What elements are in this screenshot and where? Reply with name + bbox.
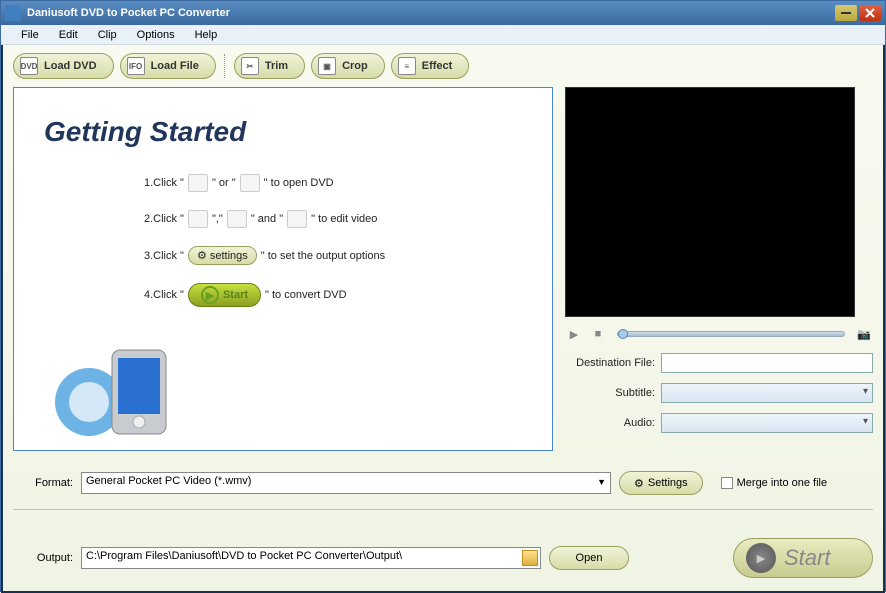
menu-file[interactable]: File	[11, 27, 49, 43]
play-circle-icon: ▶	[746, 543, 776, 573]
load-file-button[interactable]: IFO Load File	[120, 53, 216, 79]
output-label: Output:	[13, 552, 73, 564]
start-button[interactable]: ▶ Start	[733, 538, 873, 578]
close-button[interactable]	[859, 5, 881, 21]
trim-label: Trim	[265, 60, 288, 72]
step-3: 3.Click " ⚙ settings " to set the output…	[144, 246, 522, 265]
destination-input[interactable]	[661, 353, 873, 373]
play-icon: ▶	[201, 286, 219, 304]
menu-help[interactable]: Help	[185, 27, 228, 43]
checkbox-icon[interactable]	[721, 477, 733, 489]
gear-icon: ⚙	[634, 477, 644, 490]
dvd-icon	[188, 174, 208, 192]
output-row: Output: C:\Program Files\Daniusoft\DVD t…	[13, 538, 873, 578]
subtitle-label: Subtitle:	[565, 387, 655, 399]
start-label: Start	[784, 545, 830, 571]
ifo-icon	[240, 174, 260, 192]
trim-icon	[188, 210, 208, 228]
video-preview	[565, 87, 855, 317]
player-controls: ▶ ■ 📷	[565, 325, 873, 343]
main-area: Getting Started 1.Click " " or " " to op…	[13, 87, 873, 451]
getting-started-panel: Getting Started 1.Click " " or " " to op…	[13, 87, 553, 451]
snapshot-button[interactable]: 📷	[855, 325, 873, 343]
menu-options[interactable]: Options	[127, 27, 185, 43]
crop-button[interactable]: ▣ Crop	[311, 53, 385, 79]
audio-row: Audio:	[565, 413, 873, 433]
toolbar: DVD Load DVD IFO Load File ✂ Trim ▣ Crop…	[13, 53, 873, 79]
dvd-icon: DVD	[20, 57, 38, 75]
effect-icon: ≡	[398, 57, 416, 75]
subtitle-select[interactable]	[661, 383, 873, 403]
subtitle-row: Subtitle:	[565, 383, 873, 403]
content-area: DVD Load DVD IFO Load File ✂ Trim ▣ Crop…	[1, 45, 885, 593]
play-button[interactable]: ▶	[565, 325, 583, 343]
load-dvd-label: Load DVD	[44, 60, 97, 72]
settings-button[interactable]: ⚙ Settings	[619, 471, 703, 495]
format-label: Format:	[13, 477, 73, 489]
app-icon	[5, 5, 21, 21]
browse-folder-icon[interactable]	[522, 550, 538, 566]
seek-slider[interactable]	[617, 331, 845, 337]
crop-icon: ▣	[318, 57, 336, 75]
format-select[interactable]: General Pocket PC Video (*.wmv)	[81, 472, 611, 494]
divider	[13, 509, 873, 510]
merge-checkbox[interactable]: Merge into one file	[721, 477, 828, 489]
settings-sample-icon: ⚙ settings	[188, 246, 257, 265]
load-file-label: Load File	[151, 60, 199, 72]
ifo-icon: IFO	[127, 57, 145, 75]
start-sample-icon: ▶ Start	[188, 283, 261, 307]
format-value: General Pocket PC Video (*.wmv)	[86, 475, 251, 487]
effect-icon	[287, 210, 307, 228]
audio-select[interactable]	[661, 413, 873, 433]
output-path-input[interactable]: C:\Program Files\Daniusoft\DVD to Pocket…	[81, 547, 541, 569]
menubar: File Edit Clip Options Help	[1, 25, 885, 45]
settings-label: Settings	[648, 477, 688, 489]
destination-label: Destination File:	[565, 357, 655, 369]
step-2: 2.Click " "," " and " " to edit video	[144, 210, 522, 228]
minimize-button[interactable]	[835, 5, 857, 21]
seek-thumb[interactable]	[618, 329, 628, 339]
effect-button[interactable]: ≡ Effect	[391, 53, 470, 79]
output-value: C:\Program Files\Daniusoft\DVD to Pocket…	[86, 550, 402, 562]
step-1: 1.Click " " or " " to open DVD	[144, 174, 522, 192]
stop-button[interactable]: ■	[589, 325, 607, 343]
destination-row: Destination File:	[565, 353, 873, 373]
gear-icon: ⚙	[197, 249, 207, 262]
trim-icon: ✂	[241, 57, 259, 75]
app-window: Daniusoft DVD to Pocket PC Converter Fil…	[0, 0, 886, 592]
getting-started-title: Getting Started	[44, 116, 522, 148]
right-panel: ▶ ■ 📷 Destination File: Subtitle: Aud	[565, 87, 873, 451]
format-row: Format: General Pocket PC Video (*.wmv) …	[13, 471, 873, 495]
step-4: 4.Click " ▶ Start " to convert DVD	[144, 283, 522, 307]
menu-clip[interactable]: Clip	[88, 27, 127, 43]
merge-label: Merge into one file	[737, 477, 828, 489]
titlebar: Daniusoft DVD to Pocket PC Converter	[1, 1, 885, 25]
open-button[interactable]: Open	[549, 546, 629, 570]
crop-icon	[227, 210, 247, 228]
trim-button[interactable]: ✂ Trim	[234, 53, 305, 79]
device-illustration	[54, 332, 174, 442]
window-title: Daniusoft DVD to Pocket PC Converter	[27, 7, 833, 19]
menu-edit[interactable]: Edit	[49, 27, 88, 43]
toolbar-separator	[224, 54, 226, 78]
audio-label: Audio:	[565, 417, 655, 429]
load-dvd-button[interactable]: DVD Load DVD	[13, 53, 114, 79]
crop-label: Crop	[342, 60, 368, 72]
effect-label: Effect	[422, 60, 453, 72]
